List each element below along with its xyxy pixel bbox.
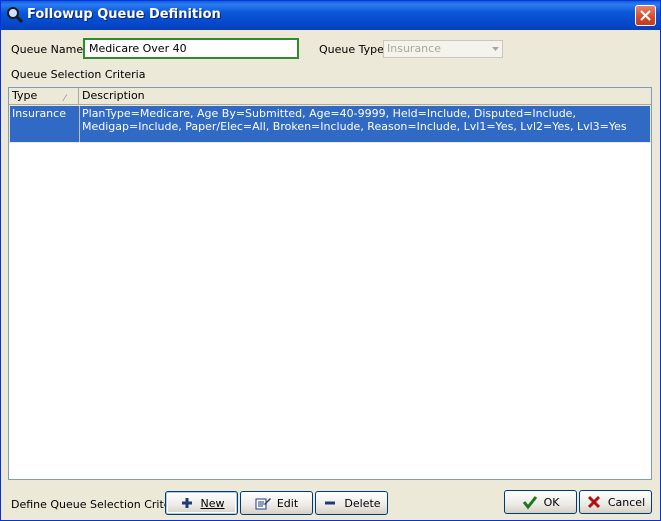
column-header-type[interactable]: Type ⁄: [9, 88, 79, 104]
queue-type-label: Queue Type: [319, 43, 384, 56]
ok-button[interactable]: OK: [504, 490, 577, 514]
magnifier-icon: [6, 6, 24, 24]
queue-name-label: Queue Name: [11, 43, 84, 56]
column-divider: [79, 106, 80, 142]
queue-name-input[interactable]: Medicare Over 40: [83, 38, 299, 59]
cancel-button[interactable]: Cancel: [579, 490, 652, 514]
dialog-window: Followup Queue Definition Queue Name Med…: [0, 0, 661, 521]
row-type-cell: Insurance: [12, 107, 66, 120]
queue-type-value: Insurance: [387, 42, 441, 55]
grid-header: Type ⁄ Description: [9, 88, 651, 105]
delete-button-label: Delete: [344, 496, 381, 510]
new-button-label: New: [200, 496, 225, 510]
edit-button-label: Edit: [276, 496, 299, 510]
criteria-label: Queue Selection Criteria: [11, 68, 146, 81]
column-header-description-label: Description: [82, 89, 145, 102]
edit-button[interactable]: Edit: [240, 491, 313, 515]
close-icon: [640, 10, 651, 21]
close-button[interactable]: [635, 5, 656, 26]
window-title: Followup Queue Definition: [27, 7, 221, 22]
minus-icon: [325, 501, 336, 505]
ok-button-label: OK: [543, 495, 560, 509]
checkmark-icon: [522, 496, 537, 510]
title-bar[interactable]: Followup Queue Definition: [1, 1, 660, 30]
cancel-x-icon: [587, 495, 600, 509]
edit-icon: [255, 498, 271, 510]
queue-type-select[interactable]: Insurance: [383, 40, 503, 58]
criteria-grid[interactable]: Type ⁄ Description Insurance PlanType=Me…: [8, 87, 652, 480]
new-button[interactable]: New: [165, 491, 238, 515]
column-header-description[interactable]: Description: [79, 88, 651, 104]
cancel-button-label: Cancel: [607, 495, 646, 509]
row-description-cell: PlanType=Medicare, Age By=Submitted, Age…: [82, 107, 627, 133]
chevron-down-icon: [492, 47, 499, 51]
plus-icon: [181, 498, 192, 508]
column-header-type-label: Type: [12, 89, 38, 102]
delete-button[interactable]: Delete: [315, 491, 388, 515]
define-criteria-label: Define Queue Selection Criteria: [11, 498, 185, 511]
table-row[interactable]: Insurance PlanType=Medicare, Age By=Subm…: [9, 105, 651, 143]
